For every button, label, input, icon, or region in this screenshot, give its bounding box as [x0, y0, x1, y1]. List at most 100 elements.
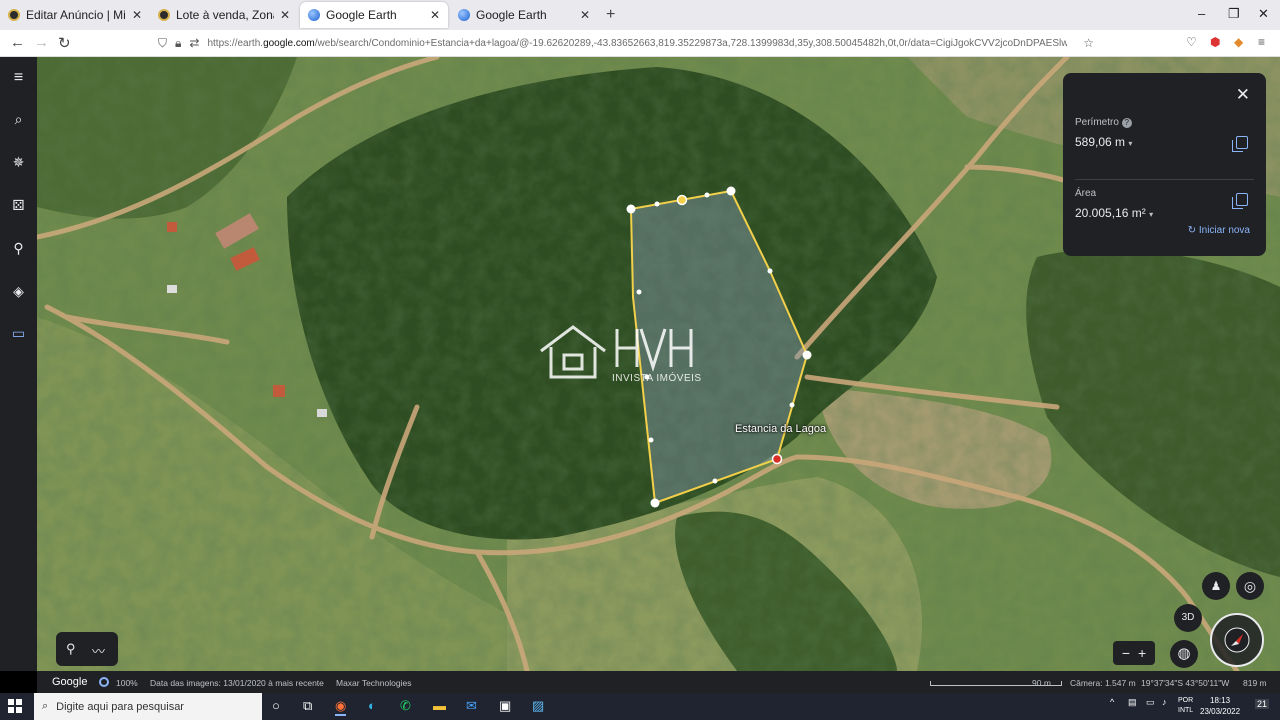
unit-dropdown-icon[interactable]: ▾ — [1149, 210, 1153, 219]
task-view-icon[interactable]: ⧉ — [303, 698, 312, 714]
menu-icon[interactable]: ≡ — [1258, 35, 1265, 49]
tab-google-earth-active[interactable]: Google Earth ✕ — [300, 2, 448, 28]
map-style-icon[interactable]: ◈ — [0, 283, 37, 300]
firefox-icon[interactable]: ◉ — [335, 698, 347, 716]
reload-icon[interactable]: ↻ — [58, 34, 71, 52]
zoom-in-button[interactable]: + — [1138, 645, 1146, 661]
ground-elevation: 819 m — [1243, 678, 1267, 688]
google-earth-icon — [308, 9, 320, 21]
lock-icon[interactable]: 🔒︎ — [175, 36, 181, 51]
cursor-coordinates: 19°37'34"S 43°50'11"W — [1141, 678, 1230, 688]
zoom-percent: 100% — [116, 678, 138, 688]
edge-icon[interactable]: ◐ — [368, 698, 376, 713]
adblock-icon[interactable]: ⬢ — [1210, 35, 1220, 49]
windows-start-icon[interactable] — [8, 699, 22, 713]
search-icon: ⌕ — [42, 700, 49, 712]
google-logo: Google — [52, 676, 88, 688]
network-icon[interactable]: ▤ — [1128, 697, 1137, 708]
shield-icon[interactable]: ⛉ — [158, 36, 167, 51]
cortana-icon[interactable]: ○ — [272, 698, 280, 713]
earth-left-rail: ≡ ⌕ ✵ ⚄ ⚲ ◈ ▭ — [0, 57, 37, 671]
terminal-icon[interactable]: ▣ — [499, 698, 511, 714]
clock-date: 23/03/2022 — [1200, 707, 1241, 716]
address-bar[interactable]: ⛉ 🔒︎ ⇄ https://earth.google.com/web/sear… — [150, 32, 1100, 54]
volume-icon[interactable]: ♪ — [1162, 697, 1167, 707]
forward-arrow-icon[interactable]: → — [34, 34, 49, 51]
olx-icon — [158, 9, 170, 21]
tab-close-icon[interactable]: ✕ — [580, 8, 590, 22]
compass-icon[interactable] — [1210, 613, 1264, 667]
pocket-icon[interactable]: ♡ — [1186, 35, 1197, 49]
scale-label: 90 m — [1032, 678, 1051, 688]
help-icon[interactable]: ? — [1121, 118, 1132, 128]
minimize-icon[interactable]: – — [1198, 6, 1205, 21]
permissions-icon[interactable]: ⇄ — [189, 36, 199, 50]
satellite-map[interactable]: INVISTA IMÓVEIS Estancia da Lagoa ✕ Perí… — [37, 57, 1280, 671]
tab-title: Google Earth — [476, 8, 547, 22]
imagery-provider: Maxar Technologies — [336, 678, 412, 688]
tab-lote-a-venda[interactable]: Lote à venda, Zona Rural - Lag ✕ — [150, 2, 298, 28]
toggle-3d-button[interactable]: 3D — [1174, 604, 1202, 632]
perimeter-label: Perímetro ? — [1075, 117, 1132, 128]
browser-tab-strip: Editar Anúncio | Minha Conta | ✕ Lote à … — [0, 0, 1280, 30]
watermark-subtitle: INVISTA IMÓVEIS — [612, 373, 702, 384]
location-pin-icon[interactable]: ⚲ — [66, 641, 76, 657]
battery-icon[interactable]: ▭ — [1146, 697, 1155, 708]
tab-title: Lote à venda, Zona Rural - Lag — [176, 8, 274, 22]
close-icon[interactable]: ✕ — [1236, 85, 1250, 105]
window-close-icon[interactable]: ✕ — [1258, 6, 1269, 22]
perimeter-value[interactable]: 589,06 m ▾ — [1075, 135, 1132, 149]
copy-area-icon[interactable] — [1232, 193, 1248, 209]
feeling-lucky-icon[interactable]: ⚄ — [0, 197, 37, 214]
voyager-icon[interactable]: ✵ — [0, 154, 37, 171]
menu-icon[interactable]: ≡ — [0, 69, 37, 87]
clock-time: 18:13 — [1210, 696, 1231, 705]
globe-icon[interactable]: ◍ — [1170, 640, 1198, 668]
measurement-panel: ✕ Perímetro ? 589,06 m ▾ Área 20.005,16 … — [1063, 73, 1266, 256]
imagery-date[interactable]: Data das imagens: 13/01/2020 à mais rece… — [150, 678, 324, 688]
my-location-icon[interactable]: ◎ — [1236, 572, 1264, 600]
new-tab-button[interactable]: + — [606, 6, 615, 24]
photos-icon[interactable]: ▨ — [532, 698, 544, 714]
area-value[interactable]: 20.005,16 m² ▾ — [1075, 206, 1153, 220]
mail-icon[interactable]: ✉ — [466, 698, 477, 714]
loading-ring-icon — [99, 677, 109, 687]
bookmark-star-icon[interactable]: ☆ — [1083, 36, 1094, 50]
tab-close-icon[interactable]: ✕ — [132, 8, 142, 22]
tab-close-icon[interactable]: ✕ — [430, 8, 440, 22]
start-new-button[interactable]: ↻ Iniciar nova — [1188, 225, 1250, 236]
olx-icon — [8, 9, 20, 21]
tab-editar-anuncio[interactable]: Editar Anúncio | Minha Conta | ✕ — [0, 2, 150, 28]
notification-center-icon[interactable]: 21 — [1255, 699, 1270, 709]
whatsapp-icon[interactable]: ✆ — [400, 698, 411, 714]
back-arrow-icon[interactable]: ← — [10, 34, 25, 51]
tab-title: Google Earth — [326, 8, 397, 22]
zoom-out-button[interactable]: − — [1122, 645, 1130, 661]
hvh-watermark: INVISTA IMÓVEIS — [537, 323, 727, 393]
panel-divider — [1075, 179, 1254, 180]
zoom-controls: − + — [1113, 641, 1155, 665]
tab-google-earth[interactable]: Google Earth ✕ — [450, 2, 598, 28]
system-clock[interactable]: 18:13 23/03/2022 — [1200, 695, 1240, 717]
map-tools: ⚲ 〰 — [56, 632, 118, 666]
file-explorer-icon[interactable]: ▬ — [433, 698, 446, 713]
pegman-icon[interactable]: ♟ — [1202, 572, 1230, 600]
projects-icon[interactable]: ⚲ — [0, 240, 37, 257]
search-icon[interactable]: ⌕ — [0, 111, 37, 128]
measure-ruler-icon[interactable]: ▭ — [0, 325, 37, 342]
metamask-icon[interactable]: ◆ — [1234, 35, 1243, 49]
plot-label[interactable]: Estancia da Lagoa — [735, 423, 826, 435]
url-text[interactable]: https://earth.google.com/web/search/Cond… — [207, 38, 1067, 49]
language-indicator[interactable]: POR INTL — [1178, 696, 1193, 716]
tab-title: Editar Anúncio | Minha Conta | — [26, 8, 126, 22]
tab-close-icon[interactable]: ✕ — [280, 8, 290, 22]
taskbar-search[interactable]: ⌕ Digite aqui para pesquisar — [34, 693, 262, 720]
restore-icon[interactable]: ❐ — [1228, 6, 1240, 22]
refresh-icon: ↻ — [1187, 225, 1197, 236]
tray-chevron-icon[interactable]: ^ — [1110, 697, 1114, 707]
copy-perimeter-icon[interactable] — [1232, 136, 1248, 152]
path-icon[interactable]: 〰 — [92, 641, 105, 660]
unit-dropdown-icon[interactable]: ▾ — [1128, 139, 1132, 148]
search-placeholder: Digite aqui para pesquisar — [56, 700, 184, 713]
google-earth-icon — [458, 9, 470, 21]
